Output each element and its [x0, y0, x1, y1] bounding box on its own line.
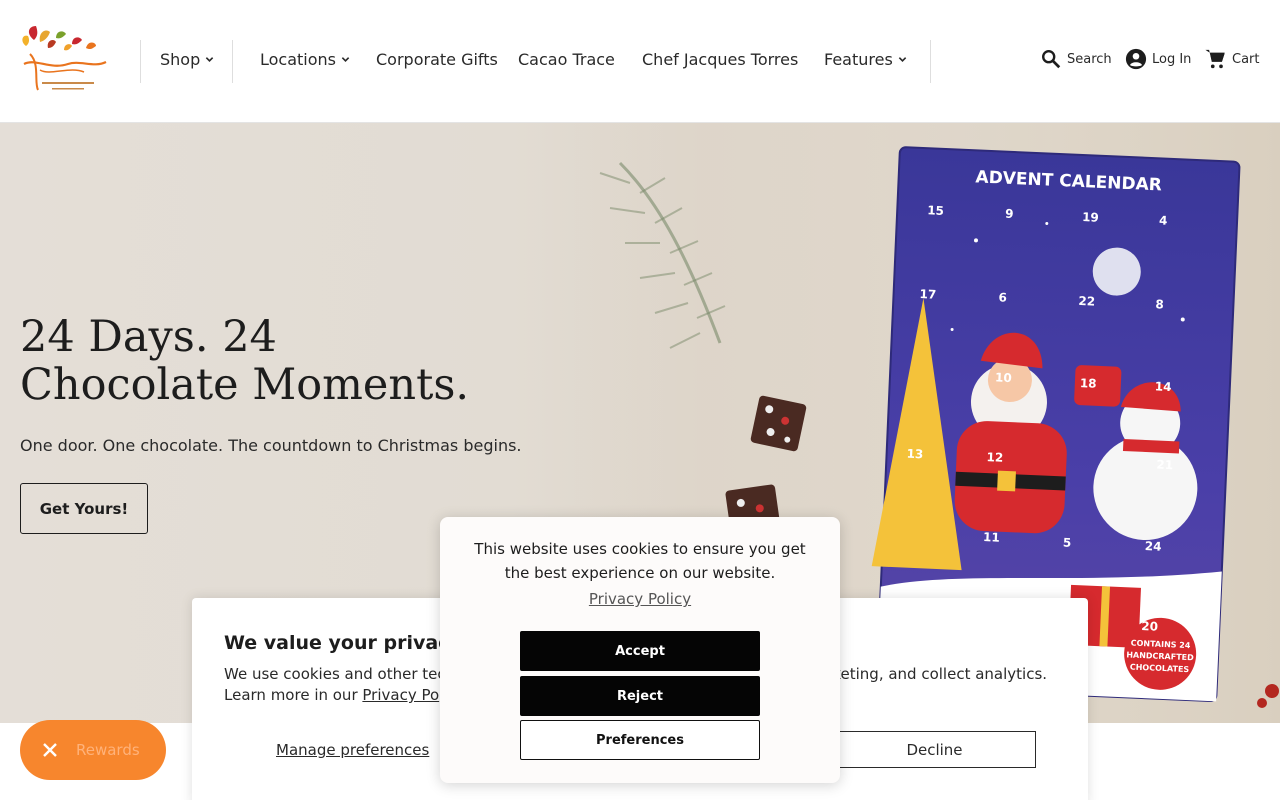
search-label: Search [1067, 51, 1112, 67]
svg-text:11: 11 [983, 530, 1000, 545]
privacy-title: We value your privacy [224, 632, 462, 654]
accept-button[interactable]: Accept [520, 631, 760, 671]
svg-text:22: 22 [1078, 294, 1095, 309]
close-icon[interactable] [40, 740, 60, 760]
cookie-consent-popup: This website uses cookies to ensure you … [440, 517, 840, 783]
rewards-launcher[interactable]: Rewards [20, 720, 166, 780]
svg-text:18: 18 [1080, 376, 1097, 391]
svg-text:6: 6 [998, 290, 1007, 304]
svg-text:9: 9 [1005, 207, 1014, 221]
nav-features[interactable]: Features [824, 50, 907, 69]
nav-corporate-gifts-label: Corporate Gifts [376, 50, 498, 69]
nav-shop-label: Shop [160, 50, 201, 69]
svg-text:19: 19 [1082, 210, 1099, 225]
svg-text:12: 12 [986, 450, 1003, 465]
nav-divider [232, 40, 233, 83]
privacy-text-end: arketing, and collect analytics. [817, 665, 1048, 683]
brand-logo[interactable] [20, 24, 110, 98]
cart-label: Cart [1232, 51, 1260, 67]
site-header: Shop Locations Corporate Gifts Cacao Tra… [0, 0, 1280, 123]
svg-text:15: 15 [927, 203, 944, 218]
chevron-down-icon [206, 57, 214, 62]
nav-divider [140, 40, 141, 83]
privacy-text-start: We use cookies and other tec [224, 665, 446, 683]
svg-text:10: 10 [995, 370, 1012, 385]
nav-features-label: Features [824, 50, 893, 69]
nav-locations-label: Locations [260, 50, 337, 69]
svg-text:14: 14 [1154, 379, 1171, 394]
chevron-down-icon [341, 57, 350, 62]
privacy-learn-more: Learn more in our Privacy Po [224, 686, 439, 704]
svg-text:21: 21 [1156, 457, 1173, 472]
svg-text:20: 20 [1141, 619, 1158, 634]
svg-text:24: 24 [1145, 539, 1162, 554]
cart-button[interactable]: Cart [1204, 48, 1260, 70]
hero-subtitle: One door. One chocolate. The countdown t… [20, 436, 522, 455]
nav-divider [930, 40, 931, 83]
chevron-down-icon [898, 57, 907, 62]
svg-text:5: 5 [1063, 535, 1072, 549]
nav-corporate-gifts[interactable]: Corporate Gifts [376, 50, 498, 69]
search-icon [1042, 50, 1061, 69]
nav-cacao-trace-label: Cacao Trace [518, 50, 615, 69]
cart-icon [1205, 49, 1225, 69]
reject-button[interactable]: Reject [520, 676, 760, 716]
svg-text:4: 4 [1159, 213, 1168, 227]
login-label: Log In [1152, 51, 1192, 67]
hero-title: 24 Days. 24 Chocolate Moments. [20, 312, 470, 410]
svg-text:13: 13 [906, 447, 923, 462]
cookie-privacy-policy-link[interactable]: Privacy Policy [440, 590, 840, 608]
learn-more-text: Learn more in our [224, 686, 358, 704]
cookie-message: This website uses cookies to ensure you … [474, 540, 806, 582]
nav-cacao-trace[interactable]: Cacao Trace [518, 50, 615, 69]
manage-preferences-link[interactable]: Manage preferences [276, 741, 429, 759]
account-icon [1125, 48, 1147, 70]
privacy-policy-link[interactable]: Privacy Po [362, 686, 439, 704]
svg-text:8: 8 [1155, 297, 1164, 311]
nav-shop[interactable]: Shop [160, 50, 214, 69]
rewards-label: Rewards [76, 741, 140, 759]
page: Shop Locations Corporate Gifts Cacao Tra… [0, 0, 1280, 800]
svg-text:17: 17 [919, 287, 936, 302]
nav-chef-label: Chef Jacques Torres [642, 50, 799, 69]
login-button[interactable]: Log In [1125, 48, 1191, 70]
nav-chef-jacques-torres[interactable]: Chef Jacques Torres [642, 50, 798, 69]
preferences-button[interactable]: Preferences [520, 720, 760, 760]
decline-button[interactable]: Decline [833, 731, 1036, 768]
get-yours-button[interactable]: Get Yours! [20, 483, 148, 534]
nav-locations[interactable]: Locations [260, 50, 350, 69]
search-button[interactable]: Search [1040, 48, 1112, 70]
